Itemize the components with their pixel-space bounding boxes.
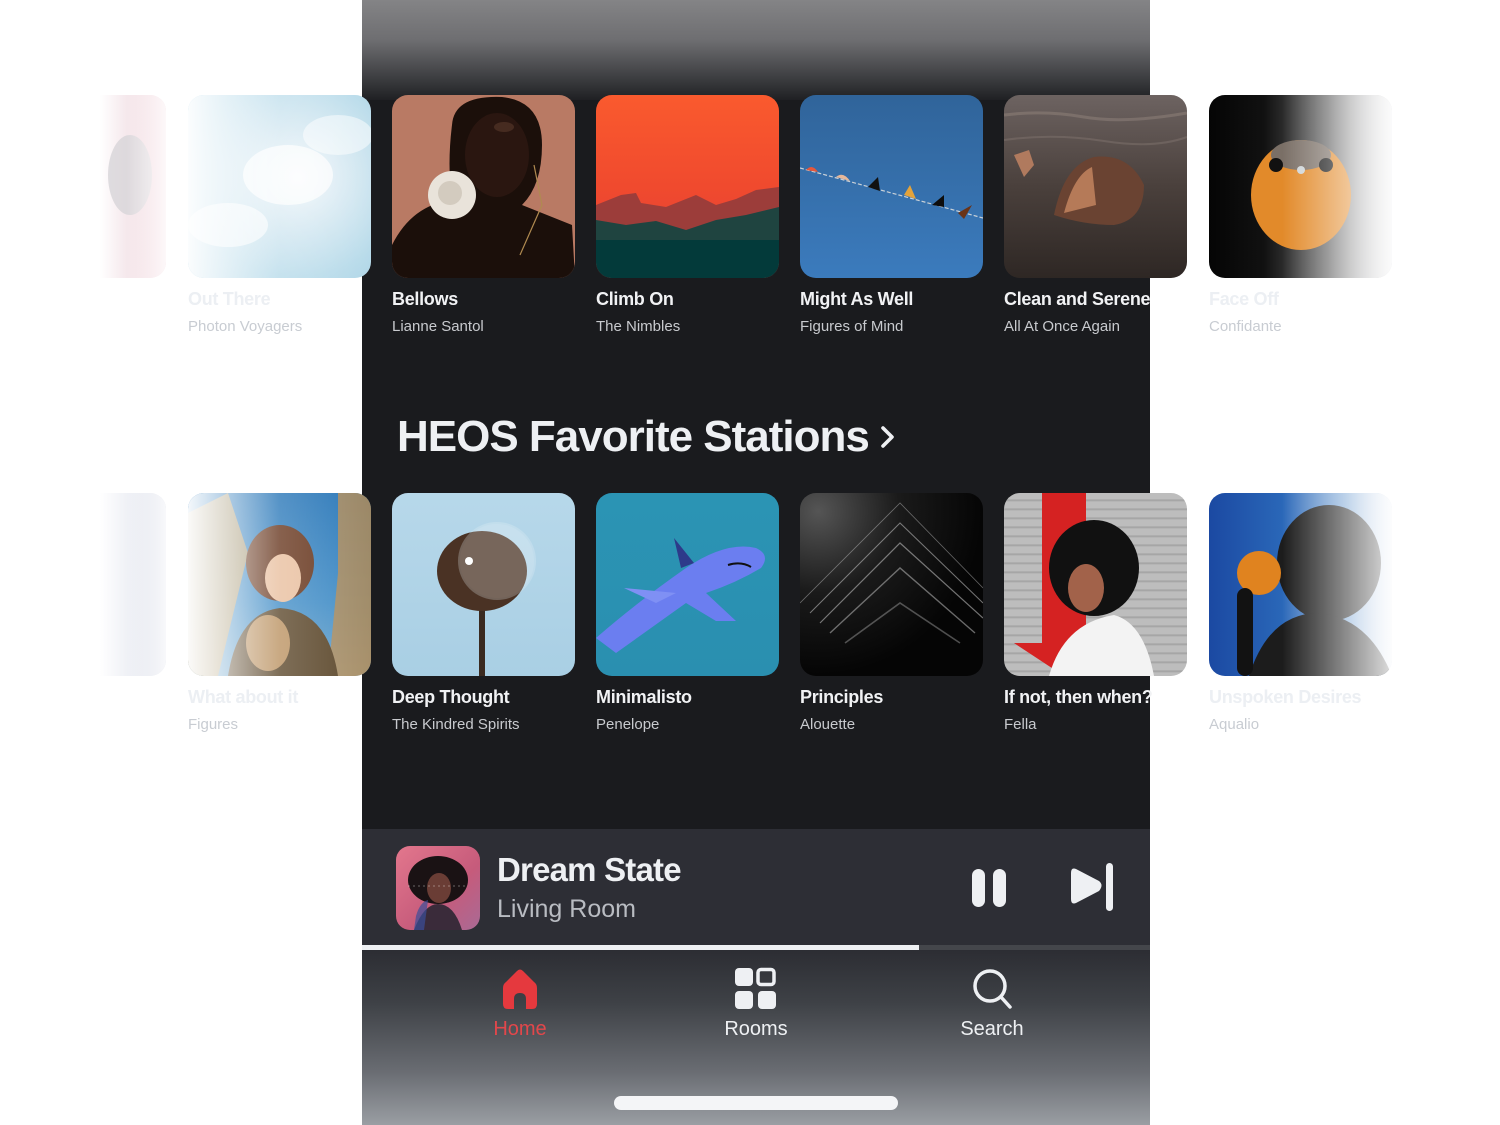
- album-art[interactable]: [1004, 95, 1187, 278]
- section-title-favorite-stations[interactable]: HEOS Favorite Stations: [397, 412, 870, 462]
- item-artist: Fella: [1004, 716, 1037, 733]
- home-indicator[interactable]: [614, 1096, 898, 1110]
- carousel-item[interactable]: Face Off Confidante: [1209, 95, 1392, 335]
- carousel-item[interactable]: [100, 493, 166, 676]
- album-art[interactable]: [392, 95, 575, 278]
- carousel-item[interactable]: What about it Figures: [188, 493, 371, 733]
- item-title: Out There: [188, 289, 271, 309]
- now-playing-room[interactable]: Living Room: [497, 895, 636, 924]
- pause-button[interactable]: [970, 867, 1010, 909]
- album-art[interactable]: [100, 493, 166, 676]
- album-art[interactable]: [596, 95, 779, 278]
- album-art[interactable]: [188, 493, 371, 676]
- carousel-item[interactable]: Might As Well Figures of Mind: [800, 95, 983, 335]
- item-title: If not, then when?: [1004, 687, 1153, 707]
- item-title: What about it: [188, 687, 299, 707]
- album-art[interactable]: [800, 95, 983, 278]
- album-art[interactable]: [1004, 493, 1187, 676]
- tab-rooms[interactable]: Rooms: [696, 966, 816, 1041]
- item-title: Principles: [800, 687, 884, 707]
- tab-search[interactable]: Search: [932, 966, 1052, 1041]
- carousel-item[interactable]: Minimalisto Penelope: [596, 493, 779, 733]
- carousel-item[interactable]: Bellows Lianne Santol: [392, 95, 575, 335]
- item-title: Deep Thought: [392, 687, 510, 707]
- item-artist: Photon Voyagers: [188, 318, 303, 335]
- album-art[interactable]: [800, 493, 983, 676]
- item-title: Unspoken Desires: [1209, 687, 1362, 707]
- now-playing-title[interactable]: Dream State: [497, 851, 682, 889]
- tab-search-label: Search: [960, 1018, 1024, 1040]
- item-title: Clean and Serene: [1004, 289, 1151, 309]
- rooms-grid-icon: [735, 967, 776, 1009]
- pause-icon: [972, 869, 1006, 907]
- home-icon: [503, 969, 537, 1009]
- carousel-item[interactable]: Principles Alouette: [800, 493, 983, 733]
- status-bar-fade: [362, 0, 1150, 100]
- item-artist: Figures: [188, 716, 239, 733]
- item-artist: Aqualio: [1209, 716, 1260, 733]
- item-title: Might As Well: [800, 289, 914, 309]
- item-title: Bellows: [392, 289, 458, 309]
- item-artist: The Kindred Spirits: [392, 716, 520, 733]
- carousel-item[interactable]: Clean and Serene All At Once Again: [1004, 95, 1187, 335]
- carousel-item[interactable]: Unspoken Desires Aqualio: [1209, 493, 1392, 733]
- item-artist: The Nimbles: [596, 318, 681, 335]
- album-art[interactable]: [188, 95, 371, 278]
- tab-home[interactable]: Home: [460, 966, 580, 1041]
- tab-rooms-label: Rooms: [724, 1018, 788, 1040]
- now-playing-artwork[interactable]: [396, 846, 480, 930]
- carousel-item[interactable]: Climb On The Nimbles: [596, 95, 779, 335]
- item-title: Minimalisto: [596, 687, 692, 707]
- album-art[interactable]: [1209, 95, 1392, 278]
- search-icon: [973, 969, 1012, 1009]
- carousel-item[interactable]: Deep Thought The Kindred Spirits: [392, 493, 575, 733]
- item-artist: Penelope: [596, 716, 660, 733]
- item-artist: Confidante: [1209, 318, 1282, 335]
- favorite-stations-carousel[interactable]: What about it Figures Deep Thought The K…: [0, 493, 1500, 753]
- tab-bar: Home Rooms Search: [362, 950, 1150, 1125]
- album-art[interactable]: [100, 95, 166, 278]
- item-artist: All At Once Again: [1004, 318, 1120, 335]
- album-art[interactable]: [392, 493, 575, 676]
- album-art[interactable]: [596, 493, 779, 676]
- mini-player[interactable]: Dream State Living Room: [362, 829, 1150, 947]
- item-title: Climb On: [596, 289, 674, 309]
- item-title: Face Off: [1209, 289, 1279, 309]
- item-artist: Lianne Santol: [392, 318, 484, 335]
- album-art[interactable]: [1209, 493, 1392, 676]
- item-artist: Figures of Mind: [800, 318, 904, 335]
- item-artist: Alouette: [800, 716, 856, 733]
- skip-next-button[interactable]: [1067, 861, 1117, 913]
- carousel-item[interactable]: Out There Photon Voyagers: [188, 95, 371, 335]
- chevron-right-icon[interactable]: [878, 420, 898, 454]
- recent-carousel[interactable]: Out There Photon Voyagers Bellows Lianne…: [0, 95, 1500, 355]
- carousel-item[interactable]: If not, then when? Fella: [1004, 493, 1187, 733]
- carousel-item[interactable]: [100, 95, 166, 278]
- tab-home-label: Home: [493, 1018, 547, 1040]
- skip-next-icon: [1071, 863, 1113, 911]
